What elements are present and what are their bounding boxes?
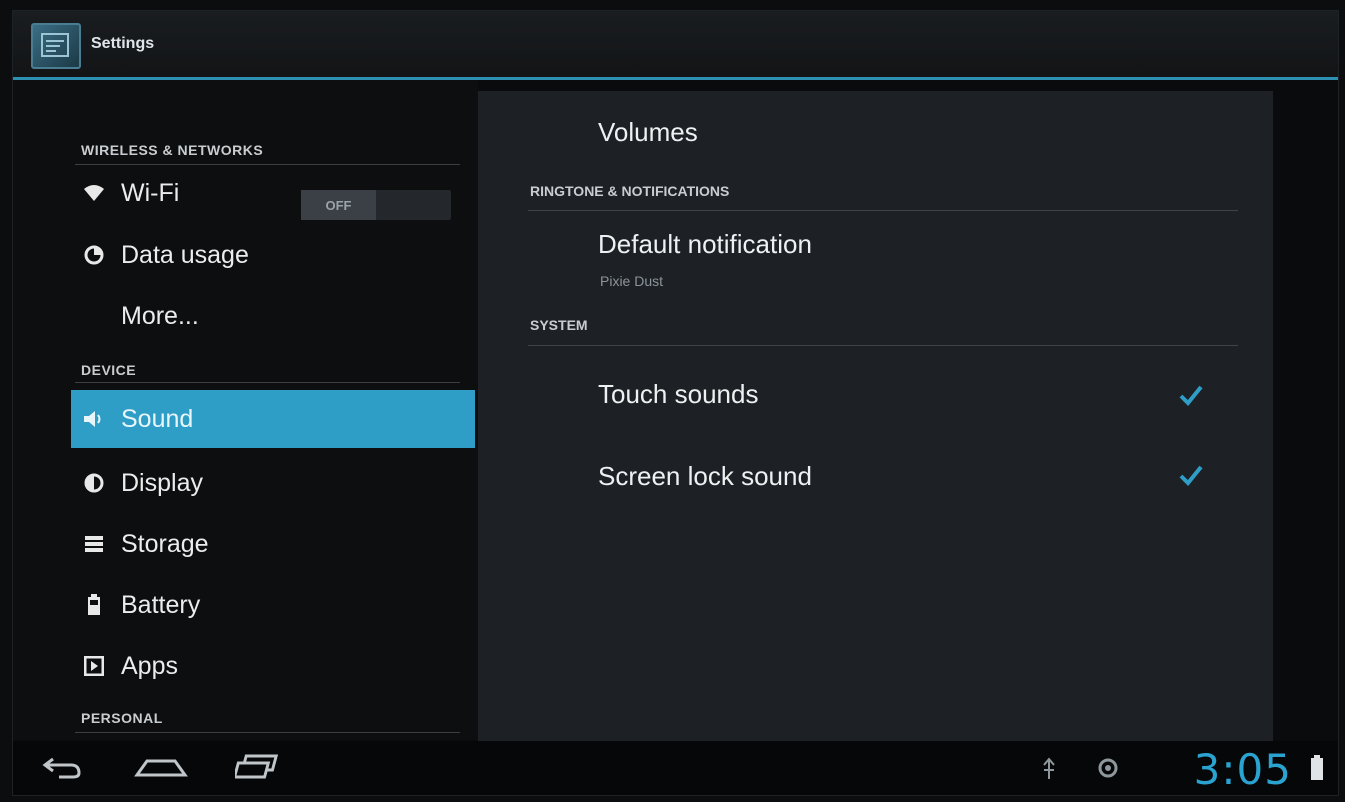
settings-app-icon[interactable] bbox=[31, 23, 81, 69]
recent-apps-icon[interactable] bbox=[235, 753, 285, 781]
section-header-device: DEVICE bbox=[81, 362, 137, 378]
system-bar: 3:05 bbox=[13, 741, 1338, 795]
sidebar-item-storage[interactable]: Storage bbox=[71, 515, 475, 573]
debug-icon[interactable] bbox=[1097, 757, 1119, 779]
divider bbox=[75, 732, 460, 733]
volumes-item[interactable]: Volumes bbox=[598, 117, 698, 148]
divider bbox=[528, 210, 1238, 211]
apps-icon bbox=[83, 655, 105, 677]
app-title: Settings bbox=[91, 35, 155, 52]
back-icon[interactable] bbox=[41, 753, 85, 781]
usb-icon[interactable] bbox=[1041, 757, 1057, 781]
wifi-toggle-state: OFF bbox=[301, 190, 376, 220]
display-icon bbox=[83, 472, 105, 494]
sidebar-item-label: Wi-Fi bbox=[121, 178, 180, 207]
battery-icon bbox=[83, 594, 105, 616]
status-clock[interactable]: 3:05 bbox=[1194, 745, 1292, 794]
data-usage-icon bbox=[83, 244, 105, 266]
section-header-wireless: WIRELESS & NETWORKS bbox=[81, 142, 264, 158]
sidebar-item-label: Battery bbox=[121, 590, 201, 619]
sidebar-item-display[interactable]: Display bbox=[71, 454, 475, 512]
sidebar-item-sound[interactable]: Sound bbox=[71, 390, 475, 448]
section-header-ringtone: RINGTONE & NOTIFICATIONS bbox=[530, 183, 730, 199]
settings-sidebar: WIRELESS & NETWORKS Wi-Fi OFF Data usage… bbox=[13, 80, 478, 740]
default-notification-title: Default notification bbox=[598, 229, 812, 259]
screen-lock-sound-checkbox[interactable] bbox=[1178, 463, 1204, 487]
sidebar-item-apps[interactable]: Apps bbox=[71, 637, 475, 695]
wifi-icon bbox=[83, 182, 105, 204]
sidebar-item-label: Data usage bbox=[121, 240, 249, 269]
divider bbox=[75, 382, 460, 383]
touch-sounds-label: Touch sounds bbox=[598, 379, 759, 409]
sidebar-item-label: Storage bbox=[121, 529, 209, 558]
screen-lock-sound-item[interactable]: Screen lock sound bbox=[588, 441, 1228, 511]
screen-lock-sound-label: Screen lock sound bbox=[598, 461, 812, 491]
more-spacer bbox=[83, 305, 105, 327]
touch-sounds-item[interactable]: Touch sounds bbox=[588, 361, 1228, 431]
touch-sounds-checkbox[interactable] bbox=[1178, 383, 1204, 407]
sidebar-item-label: Display bbox=[121, 468, 203, 497]
action-bar: Settings bbox=[13, 11, 1338, 80]
section-header-personal: PERSONAL bbox=[81, 710, 163, 726]
sidebar-item-battery[interactable]: Battery bbox=[71, 576, 475, 634]
sidebar-item-label: More... bbox=[121, 301, 199, 330]
sidebar-item-data-usage[interactable]: Data usage bbox=[71, 226, 475, 284]
home-icon[interactable] bbox=[133, 753, 189, 781]
sound-settings-panel: Volumes RINGTONE & NOTIFICATIONS Default… bbox=[478, 91, 1273, 743]
divider bbox=[528, 345, 1238, 346]
default-notification-item[interactable]: Default notification Pixie Dust bbox=[588, 221, 1228, 301]
default-notification-summary: Pixie Dust bbox=[600, 273, 664, 289]
wifi-toggle[interactable]: OFF bbox=[301, 190, 451, 220]
storage-icon bbox=[83, 533, 105, 555]
sidebar-item-label: Apps bbox=[121, 651, 178, 680]
tablet-screen: Settings WIRELESS & NETWORKS Wi-Fi OFF D… bbox=[12, 10, 1339, 796]
section-header-system: SYSTEM bbox=[530, 317, 588, 333]
sidebar-item-label: Sound bbox=[121, 404, 194, 433]
battery-status-icon[interactable] bbox=[1310, 755, 1324, 781]
speaker-icon bbox=[83, 408, 105, 430]
sidebar-item-more[interactable]: More... bbox=[71, 287, 475, 345]
